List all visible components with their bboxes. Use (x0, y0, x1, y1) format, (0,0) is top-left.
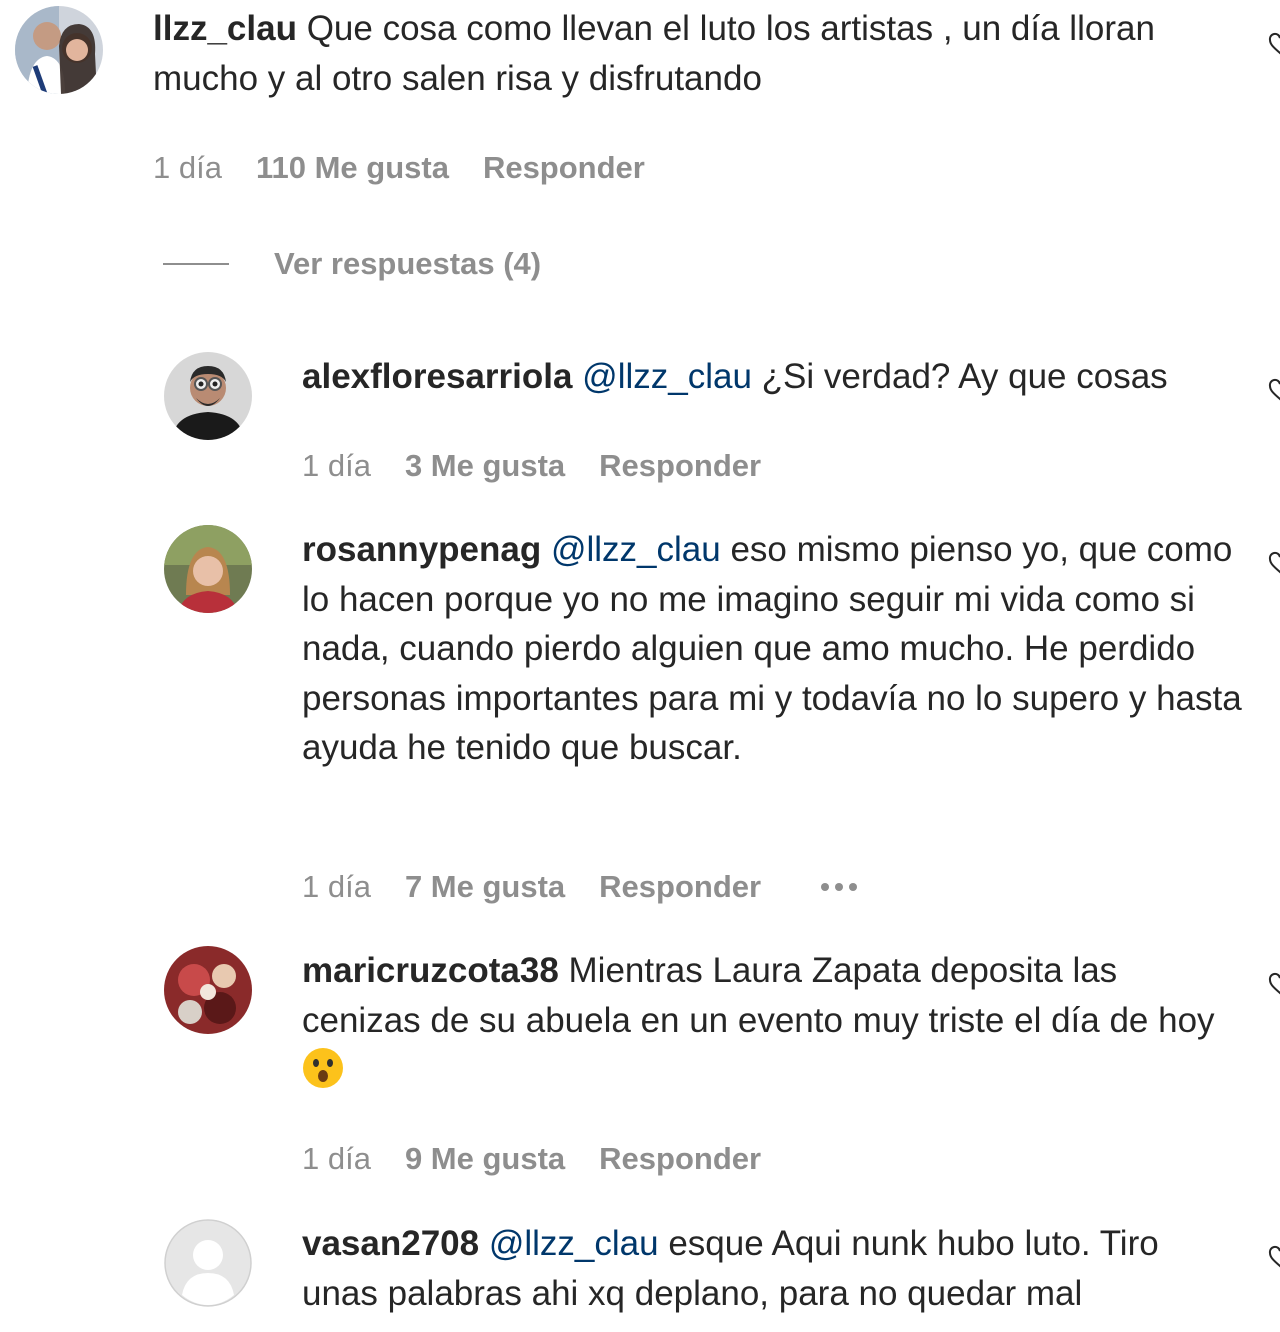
reply-button[interactable]: Responder (599, 1141, 761, 1177)
comment-likes[interactable]: 7 Me gusta (405, 869, 565, 905)
comment-time: 1 día (302, 448, 371, 483)
comment-body: rosannypenag @llzz_clau eso mismo pienso… (302, 525, 1242, 773)
mention-link[interactable]: @llzz_clau (551, 530, 721, 569)
comment-meta: 1 día 7 Me gusta Responder (302, 869, 858, 905)
comment-body: vasan2708 @llzz_clau esque Aqui nunk hub… (302, 1219, 1242, 1318)
comment-text: ¿Si verdad? Ay que cosas (761, 357, 1168, 396)
comment-username[interactable]: vasan2708 (302, 1224, 479, 1263)
comment-username[interactable]: rosannypenag (302, 530, 541, 569)
reply-button[interactable]: Responder (599, 869, 761, 905)
heart-icon[interactable] (1268, 32, 1280, 56)
comment-time: 1 día (302, 1141, 371, 1176)
comment-body: llzz_clau Que cosa como llevan el luto l… (153, 4, 1233, 103)
mention-link[interactable]: @llzz_clau (489, 1224, 659, 1263)
view-replies-label: Ver respuestas (4) (274, 246, 542, 281)
avatar[interactable] (164, 1219, 252, 1307)
comment-likes[interactable]: 110 Me gusta (256, 150, 449, 186)
comment-meta: 1 día 9 Me gusta Responder (302, 1141, 761, 1177)
replies-divider-line (163, 263, 229, 265)
hushed-face-emoji (303, 1048, 343, 1088)
comment-body: maricruzcota38 Mientras Laura Zapata dep… (302, 946, 1242, 1095)
comment-text: Que cosa como llevan el luto los artista… (153, 9, 1155, 98)
avatar[interactable] (164, 352, 252, 440)
heart-icon[interactable] (1268, 378, 1280, 402)
heart-icon[interactable] (1268, 551, 1280, 575)
avatar[interactable] (164, 946, 252, 1034)
comment-username[interactable]: maricruzcota38 (302, 951, 559, 990)
mention-link[interactable]: @llzz_clau (582, 357, 752, 396)
comment-likes[interactable]: 3 Me gusta (405, 448, 565, 484)
view-replies-button[interactable]: Ver respuestas (4) (163, 246, 541, 282)
comment-time: 1 día (153, 150, 222, 185)
avatar[interactable] (164, 525, 252, 613)
comment-time: 1 día (302, 869, 371, 904)
avatar[interactable] (15, 6, 103, 94)
heart-icon[interactable] (1268, 1245, 1280, 1269)
comment-username[interactable]: alexfloresarriola (302, 357, 572, 396)
more-options-icon[interactable] (821, 883, 858, 891)
comment-meta: 1 día 110 Me gusta Responder (153, 150, 645, 186)
reply-button[interactable]: Responder (599, 448, 761, 484)
comment-likes[interactable]: 9 Me gusta (405, 1141, 565, 1177)
heart-icon[interactable] (1268, 972, 1280, 996)
comment-meta: 1 día 3 Me gusta Responder (302, 448, 761, 484)
comment-body: alexfloresarriola @llzz_clau ¿Si verdad?… (302, 352, 1242, 402)
comment-username[interactable]: llzz_clau (153, 9, 297, 48)
reply-button[interactable]: Responder (483, 150, 645, 186)
